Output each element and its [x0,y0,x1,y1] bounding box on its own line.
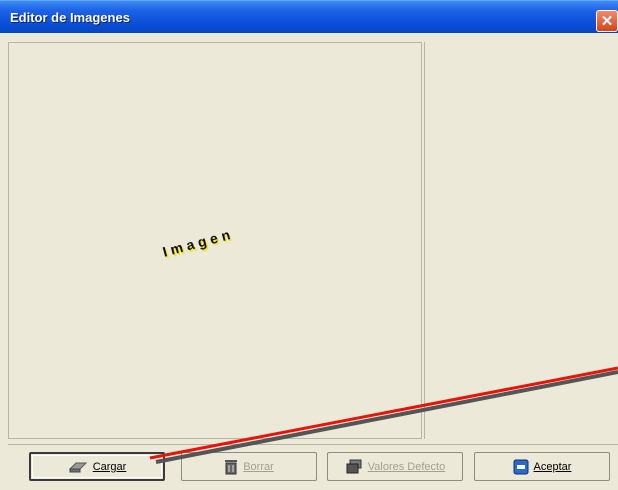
annotation-arrow [149,366,618,464]
image-editor-window: Editor de Imagenes ✕ Imagen Cargar Borra… [0,0,618,490]
